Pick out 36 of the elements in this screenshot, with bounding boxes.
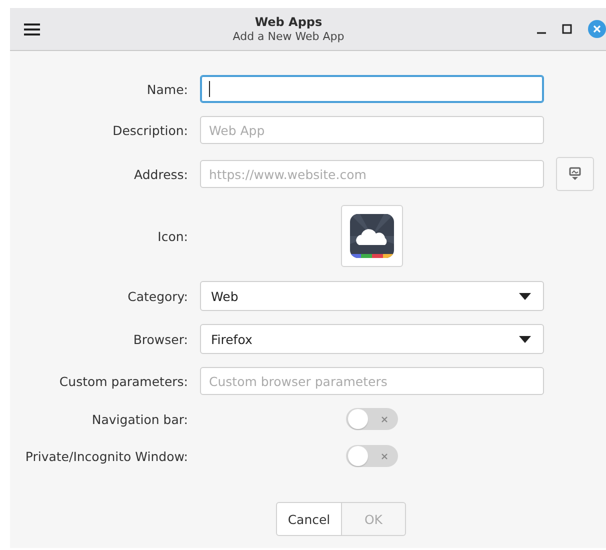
- favicon-download-button[interactable]: [556, 157, 594, 191]
- text-field[interactable]: [200, 75, 544, 103]
- text-field[interactable]: Custom browser parameters: [200, 367, 544, 395]
- window-title: Web Apps: [254, 15, 322, 29]
- dropdown[interactable]: Web: [200, 281, 544, 311]
- cloud-app-icon: [350, 214, 394, 258]
- text-cursor: [209, 81, 210, 97]
- close-icon: [593, 25, 601, 33]
- field-label: Private/Incognito Window:: [25, 448, 188, 464]
- field-label: Name:: [146, 82, 188, 96]
- text-field[interactable]: https://www.website.com: [200, 160, 544, 188]
- toggle-switch[interactable]: [346, 445, 398, 467]
- text-field[interactable]: Web App: [200, 116, 544, 144]
- field-label: Category:: [128, 288, 188, 304]
- maximize-button[interactable]: [562, 24, 572, 34]
- cross-icon: [381, 416, 388, 422]
- dropdown[interactable]: Firefox: [200, 324, 544, 354]
- field-label: Custom parameters:: [59, 374, 188, 388]
- icon-picker-button[interactable]: [341, 205, 403, 267]
- field-label: Browser:: [133, 332, 188, 346]
- field-label: Address:: [134, 166, 188, 182]
- field-label: Description:: [112, 122, 188, 138]
- menu-button[interactable]: [24, 22, 40, 36]
- close-button[interactable]: [588, 20, 606, 38]
- dropdown-caret-icon: [519, 292, 531, 300]
- field-label: Icon:: [158, 228, 188, 244]
- menu-icon: [24, 22, 40, 36]
- dropdown-caret-icon: [519, 336, 531, 342]
- window-subtitle: Add a New Web App: [232, 30, 344, 43]
- field-label: Navigation bar:: [92, 412, 188, 426]
- cancel-button[interactable]: Cancel: [276, 502, 342, 536]
- minimize-icon: [537, 32, 546, 34]
- toggle-switch[interactable]: [346, 408, 398, 430]
- cross-icon: [381, 452, 388, 460]
- picture-download-icon: [569, 167, 581, 181]
- maximize-icon: [562, 24, 572, 34]
